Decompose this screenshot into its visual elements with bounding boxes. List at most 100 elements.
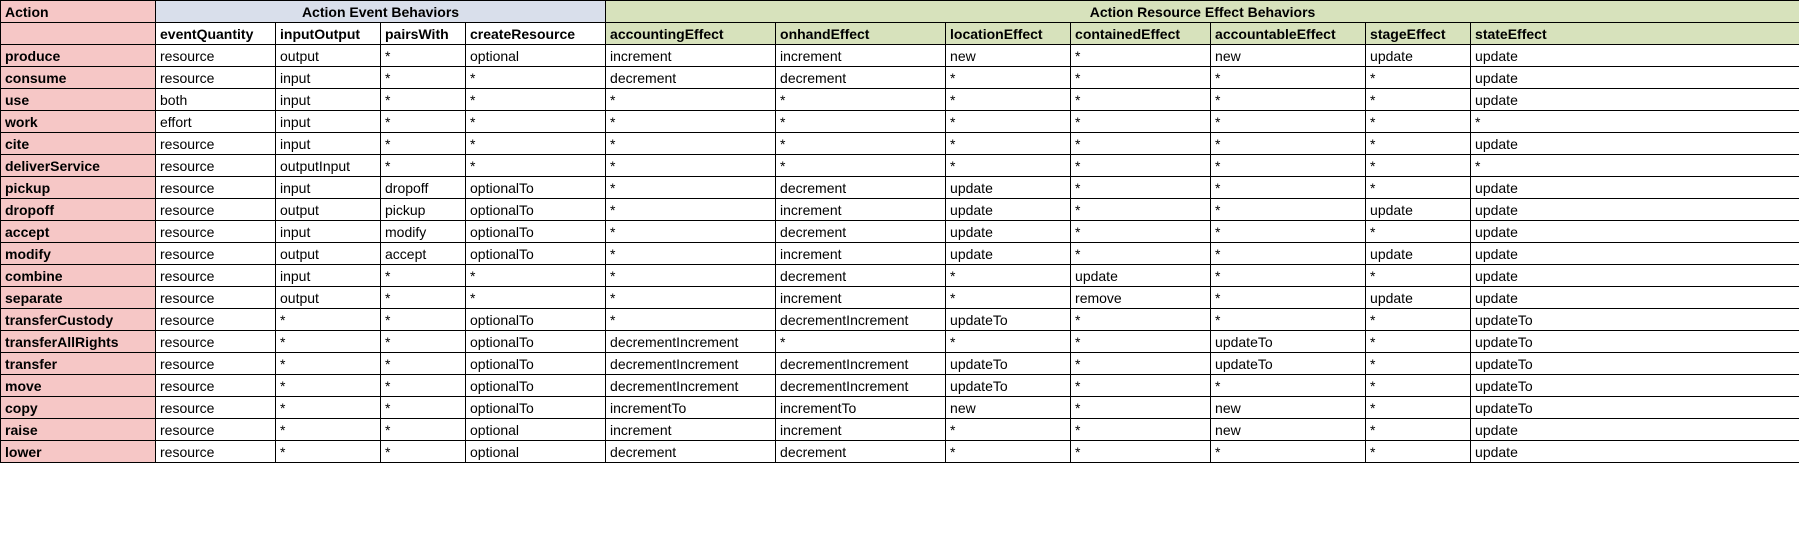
cell-onhandEffect: decrement <box>776 177 946 199</box>
sub-header-row: eventQuantity inputOutput pairsWith crea… <box>1 23 1799 45</box>
cell-stateEffect: update <box>1471 45 1799 67</box>
cell-pairsWith: * <box>381 441 466 463</box>
row-name: use <box>1 89 156 111</box>
cell-stageEffect: * <box>1366 309 1471 331</box>
row-name: accept <box>1 221 156 243</box>
cell-onhandEffect: increment <box>776 45 946 67</box>
sub-stageEffect: stageEffect <box>1366 23 1471 45</box>
cell-pairsWith: * <box>381 133 466 155</box>
cell-accountingEffect: * <box>606 309 776 331</box>
cell-stageEffect: * <box>1366 441 1471 463</box>
cell-stageEffect: * <box>1366 221 1471 243</box>
cell-onhandEffect: increment <box>776 199 946 221</box>
cell-containedEffect: * <box>1071 199 1211 221</box>
cell-containedEffect: * <box>1071 397 1211 419</box>
sub-blank <box>1 23 156 45</box>
cell-stageEffect: * <box>1366 67 1471 89</box>
cell-createResource: * <box>466 155 606 177</box>
cell-stateEffect: update <box>1471 89 1799 111</box>
cell-locationEffect: * <box>946 265 1071 287</box>
sub-stateEffect: stateEffect <box>1471 23 1799 45</box>
cell-eventQuantity: resource <box>156 397 276 419</box>
table-row: copyresource**optionalToincrementToincre… <box>1 397 1799 419</box>
cell-inputOutput: output <box>276 287 381 309</box>
cell-createResource: * <box>466 67 606 89</box>
cell-locationEffect: * <box>946 331 1071 353</box>
cell-stageEffect: * <box>1366 331 1471 353</box>
cell-locationEffect: new <box>946 45 1071 67</box>
cell-accountingEffect: decrementIncrement <box>606 353 776 375</box>
cell-stateEffect: update <box>1471 419 1799 441</box>
cell-containedEffect: * <box>1071 89 1211 111</box>
table-row: transferAllRightsresource**optionalTodec… <box>1 331 1799 353</box>
table-row: raiseresource**optionalincrementincremen… <box>1 419 1799 441</box>
cell-accountingEffect: * <box>606 287 776 309</box>
cell-pairsWith: * <box>381 111 466 133</box>
cell-onhandEffect: increment <box>776 243 946 265</box>
cell-stateEffect: update <box>1471 199 1799 221</box>
cell-locationEffect: * <box>946 111 1071 133</box>
cell-accountingEffect: * <box>606 199 776 221</box>
table-row: acceptresourceinputmodifyoptionalTo*decr… <box>1 221 1799 243</box>
cell-eventQuantity: resource <box>156 221 276 243</box>
row-name: modify <box>1 243 156 265</box>
cell-eventQuantity: resource <box>156 133 276 155</box>
cell-createResource: optionalTo <box>466 331 606 353</box>
sub-eventQuantity: eventQuantity <box>156 23 276 45</box>
cell-createResource: * <box>466 89 606 111</box>
cell-inputOutput: * <box>276 331 381 353</box>
cell-accountableEffect: * <box>1211 111 1366 133</box>
cell-containedEffect: * <box>1071 419 1211 441</box>
cell-inputOutput: output <box>276 243 381 265</box>
row-name: transfer <box>1 353 156 375</box>
cell-pairsWith: * <box>381 353 466 375</box>
cell-stageEffect: * <box>1366 133 1471 155</box>
table-body: produceresourceoutput*optionalincrementi… <box>1 45 1799 463</box>
cell-stateEffect: * <box>1471 111 1799 133</box>
cell-locationEffect: * <box>946 419 1071 441</box>
cell-locationEffect: updateTo <box>946 353 1071 375</box>
cell-eventQuantity: resource <box>156 375 276 397</box>
cell-onhandEffect: * <box>776 155 946 177</box>
cell-stateEffect: updateTo <box>1471 331 1799 353</box>
cell-accountingEffect: * <box>606 89 776 111</box>
cell-pairsWith: pickup <box>381 199 466 221</box>
cell-accountableEffect: * <box>1211 177 1366 199</box>
cell-stageEffect: * <box>1366 265 1471 287</box>
cell-containedEffect: remove <box>1071 287 1211 309</box>
table-row: pickupresourceinputdropoffoptionalTo*dec… <box>1 177 1799 199</box>
cell-locationEffect: * <box>946 155 1071 177</box>
cell-pairsWith: * <box>381 155 466 177</box>
cell-stateEffect: update <box>1471 287 1799 309</box>
cell-eventQuantity: resource <box>156 441 276 463</box>
cell-pairsWith: * <box>381 265 466 287</box>
row-name: consume <box>1 67 156 89</box>
cell-accountableEffect: new <box>1211 419 1366 441</box>
table-row: lowerresource**optionaldecrementdecremen… <box>1 441 1799 463</box>
cell-eventQuantity: resource <box>156 155 276 177</box>
sub-accountableEffect: accountableEffect <box>1211 23 1366 45</box>
cell-containedEffect: * <box>1071 221 1211 243</box>
cell-pairsWith: dropoff <box>381 177 466 199</box>
group-resource-behaviors: Action Resource Effect Behaviors <box>606 1 1799 23</box>
cell-stageEffect: update <box>1366 199 1471 221</box>
cell-createResource: optionalTo <box>466 397 606 419</box>
cell-inputOutput: input <box>276 133 381 155</box>
cell-inputOutput: input <box>276 221 381 243</box>
cell-inputOutput: * <box>276 375 381 397</box>
cell-stateEffect: update <box>1471 265 1799 287</box>
cell-locationEffect: * <box>946 441 1071 463</box>
cell-accountableEffect: * <box>1211 155 1366 177</box>
cell-onhandEffect: * <box>776 111 946 133</box>
cell-pairsWith: * <box>381 419 466 441</box>
row-name: deliverService <box>1 155 156 177</box>
table-row: produceresourceoutput*optionalincrementi… <box>1 45 1799 67</box>
cell-createResource: optional <box>466 441 606 463</box>
cell-eventQuantity: resource <box>156 331 276 353</box>
cell-inputOutput: output <box>276 199 381 221</box>
cell-containedEffect: * <box>1071 353 1211 375</box>
cell-accountableEffect: * <box>1211 309 1366 331</box>
cell-createResource: * <box>466 133 606 155</box>
row-name: separate <box>1 287 156 309</box>
cell-inputOutput: input <box>276 111 381 133</box>
